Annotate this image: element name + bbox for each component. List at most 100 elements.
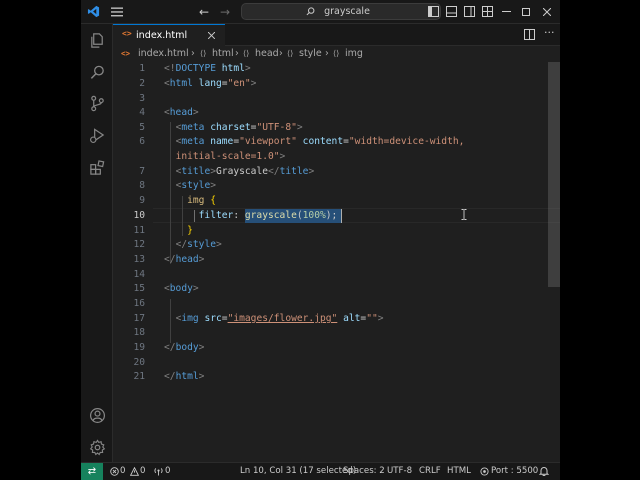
code-line: <html lang="en">	[164, 78, 257, 89]
ports-count[interactable]: 0	[165, 463, 170, 480]
code-line: <body>	[164, 283, 199, 294]
chevron-right-icon: ›	[279, 48, 283, 59]
extensions-icon	[89, 159, 104, 175]
activity-bar	[81, 24, 113, 462]
line-number: 2	[139, 78, 145, 89]
breadcrumb-head[interactable]: head	[255, 46, 279, 62]
line-number: 18	[133, 327, 145, 338]
source-control-icon	[90, 95, 104, 111]
code-line: }	[187, 225, 193, 236]
element-icon: ⟨⟩	[333, 49, 340, 58]
live-server-port[interactable]: Port : 5500	[491, 463, 538, 480]
maximize-icon[interactable]	[522, 8, 530, 16]
editor-scrollbar[interactable]	[548, 62, 560, 287]
error-count[interactable]: 0	[120, 463, 125, 480]
close-tab-icon[interactable]	[208, 32, 215, 39]
line-number: 11	[133, 225, 145, 236]
more-actions-icon[interactable]: ···	[544, 26, 555, 39]
indentation[interactable]: Spaces: 2	[343, 463, 385, 480]
code-line: <meta name="viewport" content="width=dev…	[175, 136, 465, 147]
activity-explorer[interactable]	[81, 25, 113, 55]
error-icon	[110, 467, 119, 476]
remote-icon: ⇄	[87, 466, 97, 477]
warning-icon	[130, 467, 139, 476]
remote-indicator[interactable]: ⇄	[81, 463, 103, 480]
line-number: 12	[133, 239, 145, 250]
ports-antenna-icon	[154, 468, 163, 476]
end-of-line[interactable]: CRLF	[419, 463, 441, 480]
breadcrumb: <> index.html › ⟨⟩ html › ⟨⟩ head › ⟨⟩ s…	[113, 46, 560, 62]
vscode-logo-icon	[87, 5, 100, 18]
activity-source-control[interactable]	[81, 88, 113, 118]
back-arrow-icon[interactable]: ←	[199, 0, 209, 24]
search-icon	[90, 65, 104, 79]
breadcrumb-html[interactable]: html	[212, 46, 234, 62]
command-center-search[interactable]: grayscale	[241, 3, 441, 20]
line-number: 15	[133, 283, 145, 294]
element-icon: ⟨⟩	[287, 49, 294, 58]
line-number: 19	[133, 342, 145, 353]
code-line: <!DOCTYPE html>	[164, 63, 251, 74]
code-editor[interactable]: 1 2 3 4 5 6 7 8 9 10 11 12 13 14 15 16 1…	[113, 62, 560, 462]
element-icon: ⟨⟩	[200, 49, 207, 58]
toggle-secondary-sidebar-icon[interactable]	[464, 6, 475, 17]
code-line: <meta charset="UTF-8">	[175, 122, 303, 133]
activity-search[interactable]	[81, 57, 113, 87]
mouse-ibeam-icon	[461, 209, 467, 220]
search-text: grayscale	[324, 6, 370, 17]
chevron-right-icon: ›	[235, 48, 239, 59]
line-number: 8	[139, 180, 145, 191]
tab-label: index.html	[136, 30, 188, 41]
close-icon[interactable]	[543, 8, 551, 16]
accounts-icon	[89, 407, 105, 423]
toggle-panel-icon[interactable]	[446, 6, 457, 17]
breadcrumb-file[interactable]: index.html	[138, 46, 189, 62]
breadcrumb-img[interactable]: img	[345, 46, 363, 62]
status-bar: ⇄ 0 0 0 Ln 10, Col 31 (17 selected) Spac…	[81, 462, 560, 480]
element-icon: ⟨⟩	[243, 49, 250, 58]
line-number: 16	[133, 298, 145, 309]
code-line: </style>	[175, 239, 222, 250]
split-editor-icon[interactable]	[524, 29, 535, 40]
vscode-window: ← → grayscale <> index.html ··· <> index…	[81, 0, 560, 480]
code-line: initial-scale=1.0">	[175, 151, 286, 162]
code-line: <title>Grayscale</title>	[175, 166, 315, 177]
text-cursor	[341, 209, 342, 223]
chevron-right-icon: ›	[325, 48, 329, 59]
search-icon	[306, 7, 315, 16]
warning-count[interactable]: 0	[140, 463, 145, 480]
line-number: 4	[139, 107, 145, 118]
line-number: 1	[139, 63, 145, 74]
forward-arrow-icon[interactable]: →	[220, 0, 230, 24]
activity-run-debug[interactable]	[81, 120, 113, 150]
notifications-bell-icon[interactable]	[539, 466, 549, 476]
minimize-icon[interactable]	[502, 11, 511, 13]
cursor-position[interactable]: Ln 10, Col 31 (17 selected)	[240, 463, 356, 480]
breadcrumb-style[interactable]: style	[299, 46, 322, 62]
line-number: 7	[139, 166, 145, 177]
activity-accounts[interactable]	[81, 400, 113, 430]
code-line: <img src="images/flower.jpg" alt="">	[175, 313, 384, 324]
code-line: </html>	[164, 371, 205, 382]
customize-layout-icon[interactable]	[482, 6, 493, 17]
menu-icon[interactable]	[111, 7, 123, 17]
language-mode[interactable]: HTML	[447, 463, 471, 480]
line-number-current: 10	[133, 210, 145, 221]
line-number: 20	[133, 357, 145, 368]
code-line: <style>	[175, 180, 217, 191]
toggle-primary-sidebar-icon[interactable]	[428, 6, 439, 17]
title-bar: ← → grayscale	[81, 0, 560, 24]
encoding[interactable]: UTF-8	[387, 463, 412, 480]
line-number: 13	[133, 254, 145, 265]
line-number: 5	[139, 122, 145, 133]
manage-gear-icon	[89, 438, 105, 455]
activity-extensions[interactable]	[81, 152, 113, 182]
tab-index-html[interactable]: <> index.html	[113, 24, 225, 46]
chevron-right-icon: ›	[191, 48, 195, 59]
broadcast-icon	[480, 467, 489, 476]
line-number: 21	[133, 371, 145, 382]
editor-tabs: <> index.html ···	[113, 24, 560, 46]
activity-manage[interactable]	[81, 432, 113, 462]
explorer-icon	[90, 32, 103, 48]
code-line: <head>	[164, 107, 199, 118]
